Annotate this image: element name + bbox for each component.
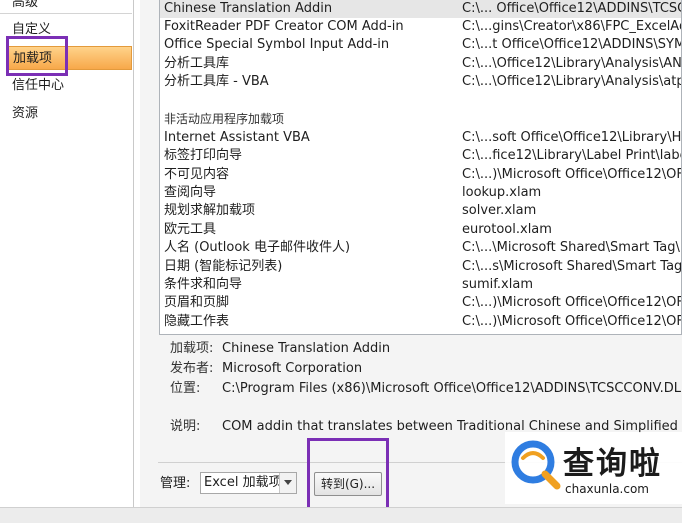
- addins-list[interactable]: Chinese Translation Addin C:\... Office\…: [159, 0, 682, 335]
- addin-row[interactable]: Internet Assistant VBA C:\...soft Office…: [160, 129, 682, 147]
- addin-name: Internet Assistant VBA: [164, 130, 310, 145]
- watermark-text: 查询啦: [563, 446, 662, 482]
- description-label: 说明:: [170, 419, 201, 434]
- addin-name: FoxitReader PDF Creator COM Add-in: [164, 19, 404, 34]
- addin-name: Chinese Translation Addin: [164, 1, 333, 16]
- chevron-down-icon: [284, 480, 292, 485]
- addin-row[interactable]: 规划求解加载项 solver.xlam: [160, 202, 681, 220]
- addin-label: 加载项:: [170, 341, 214, 356]
- addin-name: 日期 (智能标记列表): [164, 259, 283, 274]
- addin-row[interactable]: 查阅向导 lookup.xlam: [160, 184, 681, 202]
- location-label: 位置:: [170, 381, 201, 396]
- publisher-value: Microsoft Corporation: [222, 361, 363, 376]
- sidebar-item-resources[interactable]: 资源: [6, 102, 132, 126]
- addin-row[interactable]: 条件求和向导 sumif.xlam: [160, 276, 681, 294]
- addin-name: 不可见内容: [164, 167, 230, 182]
- watermark-domain: chaxunla.com: [565, 482, 649, 496]
- addin-name: 标签打印向导: [164, 148, 243, 163]
- addin-location: C:\...\Microsoft Shared\Smart Tag\FN: [462, 240, 682, 255]
- addin-location: C:\...)\Microsoft Office\Office12\OFFI: [462, 167, 682, 182]
- addin-name: 分析工具库: [164, 56, 230, 71]
- addin-row[interactable]: 欧元工具 eurotool.xlam: [160, 221, 681, 239]
- dialog-bottom-strip: [0, 507, 682, 523]
- dropdown-arrow[interactable]: [279, 473, 296, 493]
- addin-location: C:\...\Office12\Library\Analysis\atpvb: [462, 74, 682, 89]
- go-button[interactable]: 转到(G)...: [314, 472, 382, 496]
- manage-dropdown-value: Excel 加载项: [204, 475, 282, 490]
- sidebar-item-addins[interactable]: 加载项: [6, 46, 132, 70]
- addin-name: 隐藏工作表: [164, 314, 230, 329]
- addin-location: C:\...gins\Creator\x86\FPC_ExcelAddi: [462, 19, 682, 34]
- addin-location: C:\...)\Microsoft Office\Office12\OFFI: [462, 314, 682, 329]
- addin-row[interactable]: 分析工具库 C:\...\Office12\Library\Analysis\A…: [160, 55, 682, 73]
- inactive-addins-header: 非活动应用程序加载项: [164, 112, 285, 126]
- addin-row[interactable]: 不可见内容 C:\...)\Microsoft Office\Office12\…: [160, 166, 682, 184]
- addin-location: C:\... Office\Office12\ADDINS\TCSCC: [462, 1, 682, 16]
- manage-dropdown[interactable]: Excel 加载项: [200, 472, 297, 494]
- options-sidebar: 高级 自定义 加载项 信任中心 资源: [0, 0, 134, 507]
- addin-name: 条件求和向导: [164, 277, 243, 292]
- sidebar-item-trust-center[interactable]: 信任中心: [6, 74, 132, 98]
- addin-location: lookup.xlam: [462, 185, 542, 200]
- addin-name: 分析工具库 - VBA: [164, 74, 269, 89]
- addin-location: C:\...\Office12\Library\Analysis\ANAL: [462, 56, 682, 71]
- sidebar-item-advanced[interactable]: 高级: [6, 0, 132, 15]
- location-value: C:\Program Files (x86)\Microsoft Office\…: [222, 381, 682, 396]
- addin-row[interactable]: 日期 (智能标记列表) C:\...s\Microsoft Shared\Sma…: [160, 258, 682, 276]
- addin-row[interactable]: 隐藏工作表 C:\...)\Microsoft Office\Office12\…: [160, 313, 682, 331]
- publisher-label: 发布者:: [170, 361, 214, 376]
- addin-value: Chinese Translation Addin: [222, 341, 391, 356]
- addin-row[interactable]: 分析工具库 - VBA C:\...\Office12\Library\Anal…: [160, 73, 682, 91]
- manage-label: 管理:: [160, 476, 191, 491]
- site-watermark: 查询啦 chaxunla.com: [505, 432, 682, 504]
- search-logo-icon: [511, 440, 561, 490]
- addin-row[interactable]: 标签打印向导 C:\...fice12\Library\Label Print\…: [160, 147, 682, 165]
- addin-location: C:\...t Office\Office12\ADDINS\SYMIN: [462, 37, 682, 52]
- addin-location: C:\...s\Microsoft Shared\Smart Tag\My: [462, 259, 682, 274]
- addin-row[interactable]: Office Special Symbol Input Add-in C:\..…: [160, 36, 682, 54]
- addin-row[interactable]: 人名 (Outlook 电子邮件收件人) C:\...\Microsoft Sh…: [160, 239, 682, 257]
- addin-name: 页眉和页脚: [164, 295, 230, 310]
- addin-name: 欧元工具: [164, 222, 217, 237]
- addin-location: C:\...fice12\Library\Label Print\labelp: [462, 148, 682, 163]
- addin-row[interactable]: 页眉和页脚 C:\...)\Microsoft Office\Office12\…: [160, 294, 682, 312]
- addin-location: solver.xlam: [462, 203, 537, 218]
- addin-row[interactable]: Chinese Translation Addin C:\... Office\…: [160, 0, 682, 18]
- addin-name: 查阅向导: [164, 185, 217, 200]
- addin-location: C:\...soft Office\Office12\Library\HTM: [462, 130, 682, 145]
- addin-location: sumif.xlam: [462, 277, 533, 292]
- addin-row[interactable]: FoxitReader PDF Creator COM Add-in C:\..…: [160, 18, 682, 36]
- addin-name: Office Special Symbol Input Add-in: [164, 37, 390, 52]
- addin-location: C:\...)\Microsoft Office\Office12\OFFI: [462, 295, 682, 310]
- addin-location: eurotool.xlam: [462, 222, 552, 237]
- addin-name: 规划求解加载项: [164, 203, 256, 218]
- addin-name: 人名 (Outlook 电子邮件收件人): [164, 240, 351, 255]
- sidebar-item-customize[interactable]: 自定义: [6, 18, 132, 42]
